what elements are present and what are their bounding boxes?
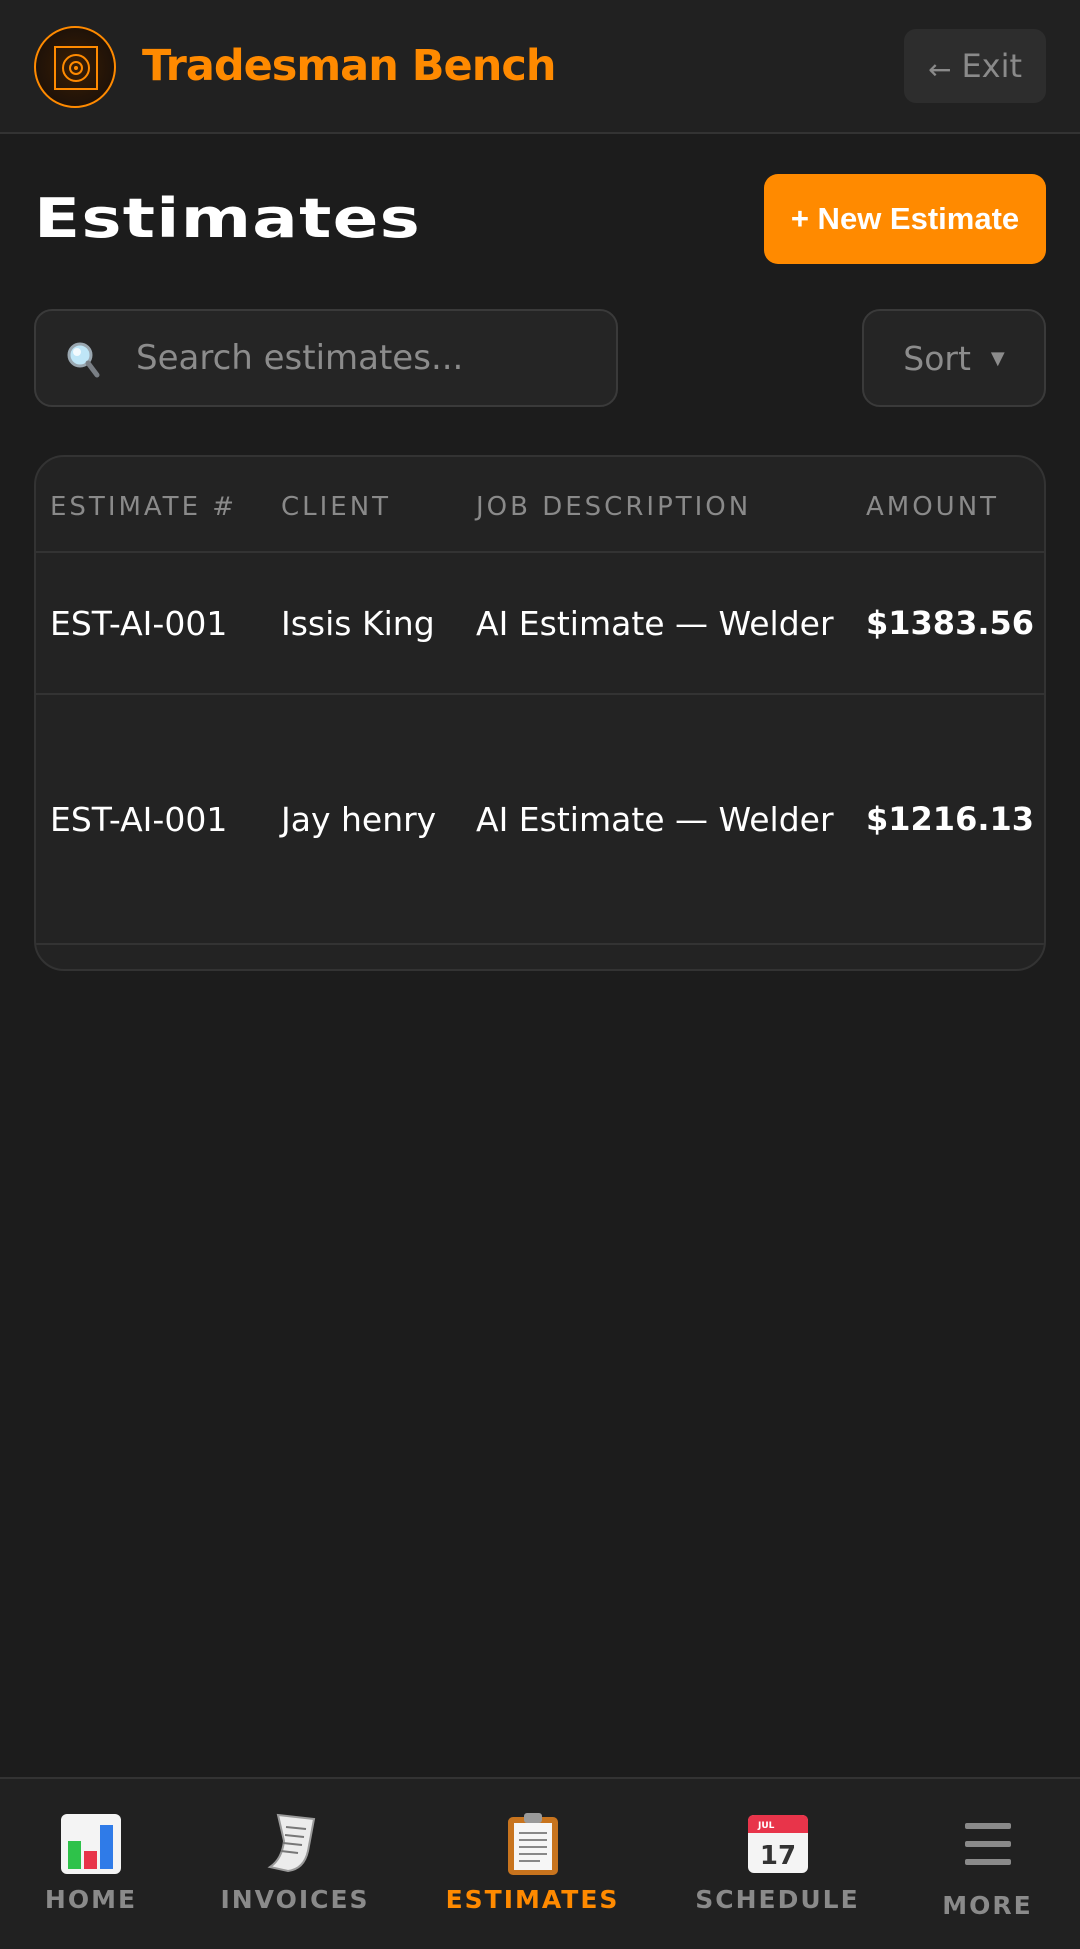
hamburger-menu-icon [964,1823,1011,1865]
search-icon [67,342,100,378]
nav-item-home[interactable]: HOME [0,1779,182,1949]
new-estimate-button[interactable]: + New Estimate [764,174,1046,264]
nav-item-invoices[interactable]: INVOICES [200,1779,390,1949]
exit-button[interactable]: ← Exit [904,29,1046,103]
nav-label-home: HOME [44,1885,138,1914]
column-header-amount[interactable]: AMOUNT [866,457,999,553]
brand-name: Tradesman Bench [142,41,556,91]
estimate-amount: $1383.56 [866,604,1035,642]
job-description: AI Estimate — Welder [476,603,834,643]
clipboard-icon [507,1813,558,1875]
sort-dropdown[interactable]: Sort ▼ [862,309,1046,407]
table-row[interactable]: EST-AI-001 Issis King AI Estimate — Weld… [36,553,1044,695]
estimate-number: EST-AI-001 [50,603,228,643]
app-root: Tradesman Bench ← Exit Estimates + New E… [0,0,1080,1949]
app-header: Tradesman Bench ← Exit [0,0,1080,134]
back-arrow-icon: ← [927,52,952,86]
exit-label: Exit [961,47,1023,85]
nav-label-more: MORE [942,1891,1033,1920]
calendar-day: 17 [759,1841,795,1871]
job-description: AI Estimate — Welder [476,799,834,839]
column-header-estimate[interactable]: ESTIMATE # [50,457,237,553]
page-title: Estimates [34,187,422,250]
dropdown-caret-icon: ▼ [990,347,1005,369]
search-box[interactable] [34,309,618,407]
column-header-client[interactable]: CLIENT [281,457,391,553]
table-row[interactable]: EST-AI-001 Jay henry AI Estimate — Welde… [36,695,1044,945]
table-header: ESTIMATE # CLIENT JOB DESCRIPTION AMOUNT [36,457,1044,553]
bottom-navigation: HOME INVOICES ESTIMATES JUL 17 SCHEDULE … [0,1777,1080,1949]
calendar-icon: JUL 17 [747,1815,808,1873]
calendar-month: JUL [757,1821,775,1831]
nav-label-invoices: INVOICES [220,1885,370,1914]
nav-label-estimates: ESTIMATES [445,1885,620,1914]
client-name: Issis King [281,603,435,643]
estimate-amount: $1216.13 [866,800,1035,838]
column-header-description[interactable]: JOB DESCRIPTION [476,457,751,553]
nav-label-schedule: SCHEDULE [695,1885,860,1914]
bar-chart-icon [61,1814,121,1874]
client-name: Jay henry [281,799,437,839]
receipt-icon [267,1813,316,1873]
nav-item-estimates[interactable]: ESTIMATES [430,1779,635,1949]
nav-item-more[interactable]: MORE [900,1779,1075,1949]
estimates-table: ESTIMATE # CLIENT JOB DESCRIPTION AMOUNT… [34,455,1046,971]
brand-logo-icon [34,26,116,108]
search-input[interactable] [136,311,596,405]
sort-label: Sort [903,338,971,378]
estimate-number: EST-AI-001 [50,799,228,839]
nav-item-schedule[interactable]: JUL 17 SCHEDULE [680,1779,875,1949]
